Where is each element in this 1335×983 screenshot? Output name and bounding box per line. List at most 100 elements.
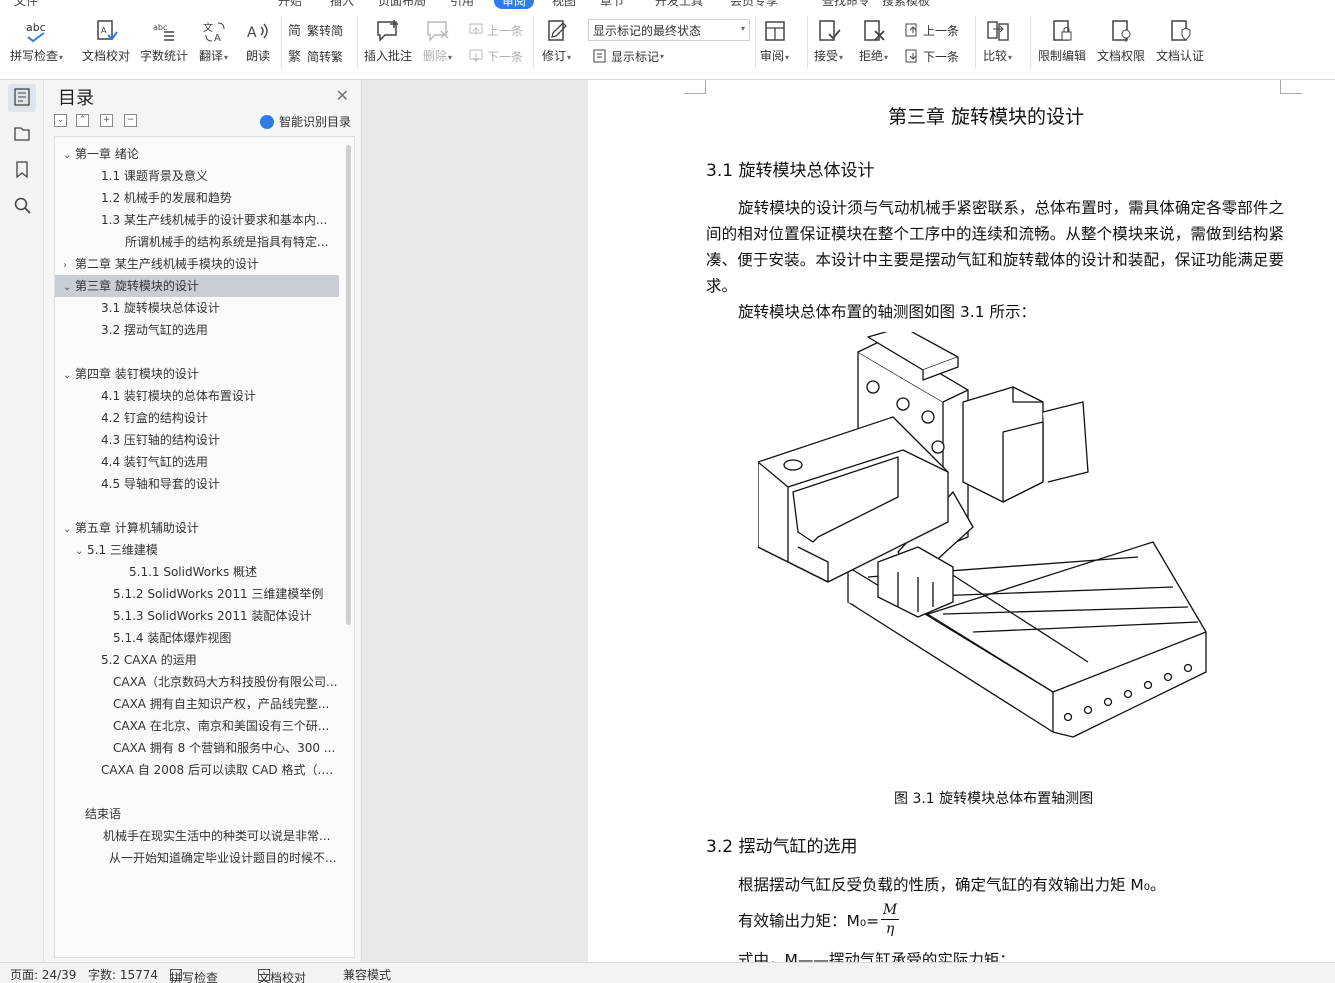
doc-cert-button[interactable]: 文档认证: [1156, 18, 1204, 68]
toc-item[interactable]: 1.1 课题背景及意义: [55, 165, 339, 187]
toc-item[interactable]: 4.1 装钉模块的总体布置设计: [55, 385, 339, 407]
toc-item[interactable]: 5.1.1 SolidWorks 概述: [55, 561, 339, 583]
toc-item[interactable]: 1.3 某生产线机械手的设计要求和基本内...: [55, 209, 339, 231]
tab-page-layout[interactable]: 页面布局: [378, 0, 426, 9]
prev-comment-button[interactable]: 上一条: [468, 20, 523, 40]
toc-item[interactable]: CAXA 拥有 8 个营销和服务中心、300 ...: [55, 737, 339, 759]
toc-item[interactable]: 机械手在现实生活中的种类可以说是非常...: [55, 825, 339, 847]
toc-item[interactable]: 所谓机械手的结构系统是指具有特定...: [55, 231, 339, 253]
simp-to-trad-button[interactable]: 繁 简转繁: [288, 46, 343, 66]
toc-item[interactable]: 结束语: [55, 803, 339, 825]
svg-text:简: 简: [288, 23, 301, 38]
toc-item[interactable]: 4.5 导轴和导套的设计: [55, 473, 339, 495]
insert-comment-button[interactable]: 插入批注: [364, 18, 412, 68]
tab-home[interactable]: 开始: [278, 0, 302, 9]
toc-item[interactable]: CAXA 自 2008 后可以读取 CAD 格式（.d...: [55, 759, 339, 781]
toc-item[interactable]: [55, 495, 339, 517]
read-aloud-icon: A: [245, 18, 271, 44]
tab-insert[interactable]: 插入: [330, 0, 354, 9]
next-change-button[interactable]: 下一条: [904, 46, 959, 66]
toc-item[interactable]: CAXA 拥有自主知识产权，产品线完整...: [55, 693, 339, 715]
tab-find-command[interactable]: 查找命令: [822, 0, 870, 9]
compare-button[interactable]: 比较▾: [983, 18, 1012, 68]
review-pane-button[interactable]: 审阅▾: [760, 18, 789, 68]
chapter-nav-button[interactable]: [8, 120, 36, 148]
markup-state-select[interactable]: 显示标记的最终状态 ▾: [588, 19, 750, 41]
add-heading-icon[interactable]: +: [100, 114, 113, 127]
tab-search-template[interactable]: 搜索模板: [882, 0, 930, 9]
toc-item[interactable]: CAXA 在北京、南京和美国设有三个研...: [55, 715, 339, 737]
doc-proof-button[interactable]: A 文档校对: [82, 18, 130, 68]
page-indicator[interactable]: 页面: 24/39: [10, 966, 76, 983]
toc-item-label: CAXA 拥有 8 个营销和服务中心、300 ...: [113, 741, 336, 755]
find-panel-button[interactable]: [8, 192, 36, 220]
toc-panel-button[interactable]: [8, 84, 36, 112]
toc-item[interactable]: [55, 341, 339, 363]
word-count-button[interactable]: abc 字数统计: [140, 18, 188, 68]
scrollbar-thumb[interactable]: [346, 145, 351, 625]
read-aloud-button[interactable]: A 朗读: [245, 18, 271, 68]
tab-developer[interactable]: 开发工具: [655, 0, 703, 9]
chevron-right-icon[interactable]: ›: [63, 255, 75, 275]
toc-item[interactable]: 1.2 机械手的发展和趋势: [55, 187, 339, 209]
toc-item[interactable]: ⌄ 第五章 计算机辅助设计: [55, 517, 339, 539]
toc-item[interactable]: 5.1.3 SolidWorks 2011 装配体设计: [55, 605, 339, 627]
toc-item[interactable]: 5.2 CAXA 的运用: [55, 649, 339, 671]
toc-item[interactable]: 4.4 装钉气缸的选用: [55, 451, 339, 473]
reject-label: 拒绝: [859, 49, 884, 63]
tab-sections[interactable]: 章节: [600, 0, 624, 9]
reject-button[interactable]: 拒绝▾: [859, 18, 888, 68]
toc-item[interactable]: 3.1 旋转模块总体设计: [55, 297, 339, 319]
doc-cert-label: 文档认证: [1156, 49, 1205, 63]
tab-references[interactable]: 引用: [450, 0, 474, 9]
tab-review[interactable]: 审阅: [494, 0, 535, 9]
toc-item[interactable]: ⌄ 5.1 三维建模: [55, 539, 339, 561]
paragraph: 旋转模块总体布置的轴测图如图 3.1 所示：: [738, 303, 1037, 321]
chevron-down-icon[interactable]: ⌄: [63, 365, 75, 385]
toc-item[interactable]: ⌄ 第四章 装钉模块的设计: [55, 363, 339, 385]
restrict-edit-button[interactable]: 限制编辑: [1038, 18, 1086, 68]
translate-button[interactable]: 文A 翻译▾: [199, 18, 228, 68]
toc-item[interactable]: CAXA（北京数码大方科技股份有限公司...: [55, 671, 339, 693]
toc-item[interactable]: 5.1.2 SolidWorks 2011 三维建模举例: [55, 583, 339, 605]
toc-item-label: 所谓机械手的结构系统是指具有特定...: [125, 235, 329, 249]
accept-button[interactable]: 接受▾: [814, 18, 843, 68]
toc-item[interactable]: ⌄ 第三章 旋转模块的设计: [55, 275, 339, 297]
toc-item[interactable]: [55, 781, 339, 803]
tab-member[interactable]: 会员专享: [730, 0, 778, 9]
tab-view[interactable]: 视图: [552, 0, 576, 9]
chapter-heading: 第三章 旋转模块的设计: [888, 106, 1085, 128]
document-page[interactable]: 第三章 旋转模块的设计 3.1 旋转模块总体设计 旋转模块的设计须与气动机械手紧…: [588, 80, 1335, 962]
close-icon[interactable]: ✕: [336, 86, 349, 105]
chevron-down-icon[interactable]: ⌄: [75, 541, 87, 561]
chevron-down-icon[interactable]: ⌄: [63, 145, 75, 165]
toc-item[interactable]: › 第二章 某生产线机械手模块的设计: [55, 253, 339, 275]
smart-toc-button[interactable]: 智能识别目录: [260, 113, 351, 130]
markup-state-value: 显示标记的最终状态: [593, 24, 702, 38]
remove-heading-icon[interactable]: −: [124, 114, 137, 127]
crop-mark: [1280, 80, 1302, 94]
chevron-down-icon[interactable]: ⌄: [63, 519, 75, 539]
delete-comment-button[interactable]: 删除▾: [423, 18, 452, 68]
toc-item[interactable]: ⌄ 第一章 绪论: [55, 143, 339, 165]
trad-to-simp-button[interactable]: 简 繁转简: [288, 20, 343, 40]
doc-rights-button[interactable]: 文档权限: [1097, 18, 1145, 68]
revise-button[interactable]: 修订▾: [542, 18, 571, 68]
prev-change-button[interactable]: 上一条: [904, 20, 959, 40]
toc-item[interactable]: 4.3 压钉轴的结构设计: [55, 429, 339, 451]
chevron-down-icon[interactable]: ⌄: [63, 277, 75, 297]
next-comment-button[interactable]: 下一条: [468, 46, 523, 66]
bookmark-panel-button[interactable]: [8, 156, 36, 184]
expand-up-icon[interactable]: ⌃: [76, 114, 89, 127]
isometric-drawing-icon: [757, 326, 1207, 738]
toc-item[interactable]: 4.2 钉盒的结构设计: [55, 407, 339, 429]
word-count-indicator[interactable]: 字数: 15774: [88, 966, 158, 983]
tab-file[interactable]: 文件: [14, 0, 38, 9]
collapse-all-icon[interactable]: ⌄: [54, 114, 67, 127]
compare-icon: [985, 18, 1011, 44]
show-markup-button[interactable]: 显示标记 ▾: [592, 46, 664, 66]
toc-item[interactable]: 从一开始知道确定毕业设计题目的时候不...: [55, 847, 339, 869]
toc-item[interactable]: 5.1.4 装配体爆炸视图: [55, 627, 339, 649]
toc-item[interactable]: 3.2 摆动气缸的选用: [55, 319, 339, 341]
spell-check-button[interactable]: abc 拼写检查▾: [10, 18, 63, 68]
